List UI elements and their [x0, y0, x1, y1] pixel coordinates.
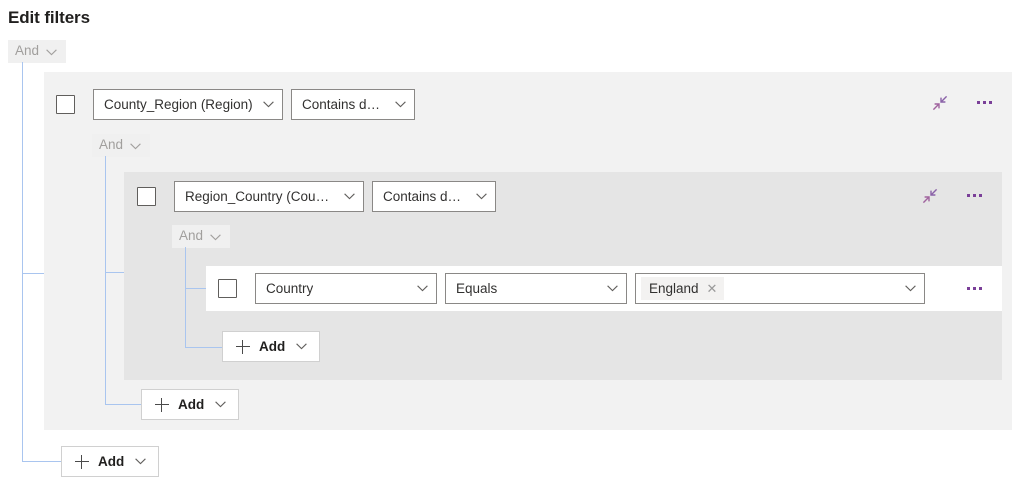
ellipsis-dot	[967, 287, 970, 290]
collapse-arrows-icon-level-1[interactable]	[932, 95, 948, 111]
field-dropdown-level-1[interactable]: County_Region (Region)	[93, 89, 283, 120]
add-button-root[interactable]: Add	[61, 446, 160, 477]
field-dropdown-leaf[interactable]: Country	[255, 273, 437, 304]
chevron-down-icon	[417, 285, 428, 292]
condition-dropdown-level-1[interactable]: Contains data	[291, 89, 415, 120]
chevron-down-icon	[215, 401, 227, 408]
ellipsis-dot	[979, 194, 982, 197]
tree-line-level-2-vertical	[185, 247, 186, 347]
add-button-label-level-2: Add	[259, 339, 286, 354]
field-dropdown-label-level-1: County_Region (Region)	[104, 97, 253, 112]
tree-line-level-2-branch-leaf	[185, 288, 207, 289]
root-operator-label: And	[15, 43, 40, 58]
more-options-button-level-2[interactable]	[967, 194, 982, 197]
filter-row-checkbox-level-1[interactable]	[56, 95, 75, 114]
tree-line-root-vertical	[22, 62, 23, 461]
tree-line-root-branch-add	[22, 461, 66, 462]
chevron-down-icon	[607, 285, 618, 292]
ellipsis-dot	[977, 101, 980, 104]
more-options-button-leaf[interactable]	[967, 287, 982, 290]
condition-dropdown-leaf[interactable]: Equals	[445, 273, 627, 304]
value-field-leaf[interactable]: England ✕	[635, 273, 925, 304]
condition-dropdown-label-level-2: Contains data	[383, 189, 466, 204]
ellipsis-dot	[973, 287, 976, 290]
chevron-down-icon	[46, 48, 57, 56]
chevron-down-icon	[130, 142, 141, 150]
close-icon[interactable]: ✕	[707, 282, 718, 295]
filter-row-checkbox-level-2[interactable]	[137, 187, 156, 206]
chevron-down-icon	[344, 193, 355, 200]
ellipsis-dot	[979, 287, 982, 290]
ellipsis-dot	[989, 101, 992, 104]
tree-line-level-1-vertical	[105, 156, 106, 404]
filter-row-level-1: County_Region (Region) Contains data	[56, 89, 415, 120]
tree-line-level-1-branch-1	[105, 272, 125, 273]
filter-row-level-2: Region_Country (Count... Contains data	[137, 181, 496, 212]
plus-icon	[75, 454, 89, 469]
tree-line-level-2-branch-add	[185, 347, 222, 348]
add-button-label-level-1: Add	[178, 397, 205, 412]
field-dropdown-level-2[interactable]: Region_Country (Count...	[174, 181, 364, 212]
chevron-down-icon	[476, 193, 487, 200]
plus-icon	[236, 339, 250, 354]
field-dropdown-label-leaf: Country	[266, 281, 314, 296]
add-button-label-root: Add	[98, 454, 125, 469]
chevron-down-icon	[395, 101, 406, 108]
field-dropdown-label-level-2: Region_Country (Count...	[185, 189, 334, 204]
filter-row-checkbox-leaf[interactable]	[218, 279, 237, 298]
chevron-down-icon	[296, 343, 308, 350]
chevron-down-icon	[135, 458, 147, 465]
tree-line-root-branch-1	[22, 273, 44, 274]
ellipsis-dot	[973, 194, 976, 197]
condition-dropdown-label-leaf: Equals	[456, 281, 498, 296]
add-button-level-2[interactable]: Add	[222, 331, 321, 362]
plus-icon	[155, 397, 169, 412]
more-options-button-level-1[interactable]	[977, 101, 992, 104]
condition-dropdown-level-2[interactable]: Contains data	[372, 181, 496, 212]
group-operator-label-level-1: And	[99, 137, 124, 152]
chevron-down-icon	[263, 101, 274, 108]
group-operator-label-level-2: And	[179, 228, 204, 243]
add-button-level-1[interactable]: Add	[141, 389, 240, 420]
ellipsis-dot	[983, 101, 986, 104]
page-title: Edit filters	[8, 8, 90, 27]
root-operator-dropdown[interactable]: And	[8, 40, 67, 63]
value-token-leaf: England ✕	[641, 277, 725, 300]
collapse-arrows-icon-level-2[interactable]	[922, 188, 938, 204]
chevron-down-icon[interactable]	[905, 285, 916, 292]
value-token-label: England	[649, 281, 699, 296]
chevron-down-icon	[210, 233, 221, 241]
group-operator-dropdown-level-1[interactable]: And	[92, 134, 151, 157]
condition-dropdown-label-level-1: Contains data	[302, 97, 385, 112]
ellipsis-dot	[967, 194, 970, 197]
group-operator-dropdown-level-2[interactable]: And	[172, 225, 231, 248]
filter-row-leaf: Country Equals England ✕	[218, 273, 925, 304]
